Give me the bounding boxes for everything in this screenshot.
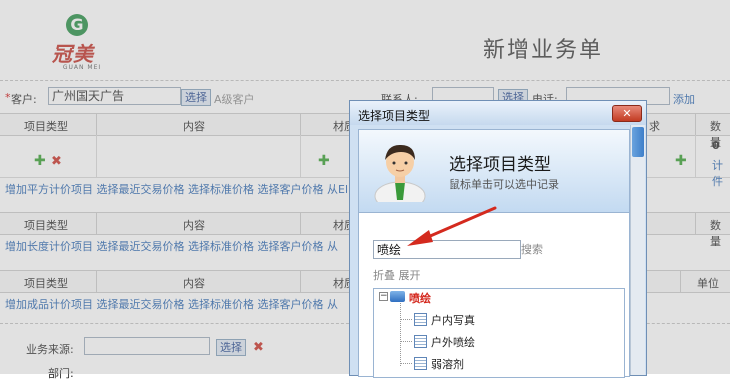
close-icon[interactable]: ✕	[612, 105, 642, 122]
folder-icon	[390, 291, 405, 302]
tree-toggle-links: 折叠 展开	[373, 267, 421, 283]
dialog-body: 选择项目类型 鼠标单击可以选中记录 搜索 折叠 展开 − 喷绘 户内写真 户外喷…	[358, 129, 630, 378]
tree-branch-line	[400, 341, 412, 342]
project-type-tree: − 喷绘 户内写真 户外喷绘 弱溶剂	[373, 288, 625, 378]
tree-collapse-toggle-icon[interactable]: −	[379, 292, 388, 301]
tree-branch-line	[400, 363, 412, 364]
arrow-annotation	[407, 206, 497, 246]
document-icon	[414, 335, 427, 348]
search-button[interactable]: 搜索	[521, 241, 543, 257]
expand-all-link[interactable]: 展开	[399, 269, 421, 282]
tree-branch-line	[400, 319, 412, 320]
tree-root-node[interactable]: 喷绘	[409, 290, 431, 306]
document-icon	[414, 313, 427, 326]
tree-node-outdoor-print[interactable]: 户外喷绘	[431, 334, 475, 350]
dialog-scrollbar[interactable]	[630, 125, 645, 375]
banner-title: 选择项目类型	[449, 155, 551, 175]
tree-guide-line	[400, 303, 401, 366]
dialog-titlebar[interactable]: 选择项目类型 ✕	[350, 101, 646, 125]
tree-node-eco-solvent[interactable]: 弱溶剂	[431, 356, 464, 372]
document-icon	[414, 357, 427, 370]
avatar-icon	[374, 144, 426, 202]
tree-node-indoor-print[interactable]: 户内写真	[431, 312, 475, 328]
collapse-all-link[interactable]: 折叠	[373, 269, 395, 282]
banner-subtitle: 鼠标单击可以选中记录	[449, 178, 559, 191]
scrollbar-thumb[interactable]	[632, 127, 644, 157]
dialog-title: 选择项目类型	[358, 109, 431, 123]
